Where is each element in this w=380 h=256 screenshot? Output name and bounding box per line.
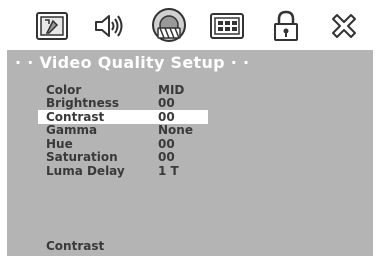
exit-icon[interactable] <box>322 4 366 48</box>
preferences-icon[interactable] <box>205 4 249 48</box>
video-setup-icon[interactable] <box>147 4 191 48</box>
menu-item-label: Saturation <box>46 150 118 165</box>
menu-item-brightness[interactable]: Brightness 00 <box>38 96 208 111</box>
menu-item-value: 00 <box>158 136 175 151</box>
menu-item-value: MID <box>158 82 185 97</box>
menu-item-value: 00 <box>158 96 175 111</box>
status-text: Contrast <box>46 239 105 253</box>
menu-item-hue[interactable]: Hue 00 <box>38 137 208 151</box>
menu-item-contrast[interactable]: Contrast 00 <box>38 110 208 124</box>
section-title: · · Video Quality Setup · · <box>15 53 250 72</box>
section-header: · · Video Quality Setup · · <box>7 50 373 75</box>
menu-item-saturation[interactable]: Saturation 00 <box>38 150 208 165</box>
menu-item-gamma[interactable]: Gamma None <box>38 123 208 138</box>
setup-icon-bar <box>30 4 366 48</box>
menu-item-luma-delay[interactable]: Luma Delay 1 T <box>38 164 208 178</box>
menu-item-label: Contrast <box>46 109 105 124</box>
menu-item-value: 00 <box>158 150 175 165</box>
menu-item-value: None <box>158 123 193 138</box>
menu-item-label: Luma Delay <box>46 163 125 178</box>
dvd-setup-screen: · · Video Quality Setup · · Color MID Br… <box>0 0 380 256</box>
menu-item-label: Hue <box>46 136 73 151</box>
video-quality-menu: Color MID Brightness 00 Contrast 00 Gamm… <box>38 83 208 178</box>
menu-item-label: Color <box>46 82 82 97</box>
menu-item-value: 00 <box>158 109 175 124</box>
audio-setup-icon[interactable] <box>88 4 132 48</box>
status-bar: Contrast <box>7 236 373 256</box>
menu-item-label: Gamma <box>46 123 98 138</box>
password-lock-icon[interactable] <box>264 4 308 48</box>
menu-item-color[interactable]: Color MID <box>38 83 208 97</box>
menu-item-value: 1 T <box>158 163 179 178</box>
menu-item-label: Brightness <box>46 96 120 111</box>
general-setup-icon[interactable] <box>30 4 74 48</box>
